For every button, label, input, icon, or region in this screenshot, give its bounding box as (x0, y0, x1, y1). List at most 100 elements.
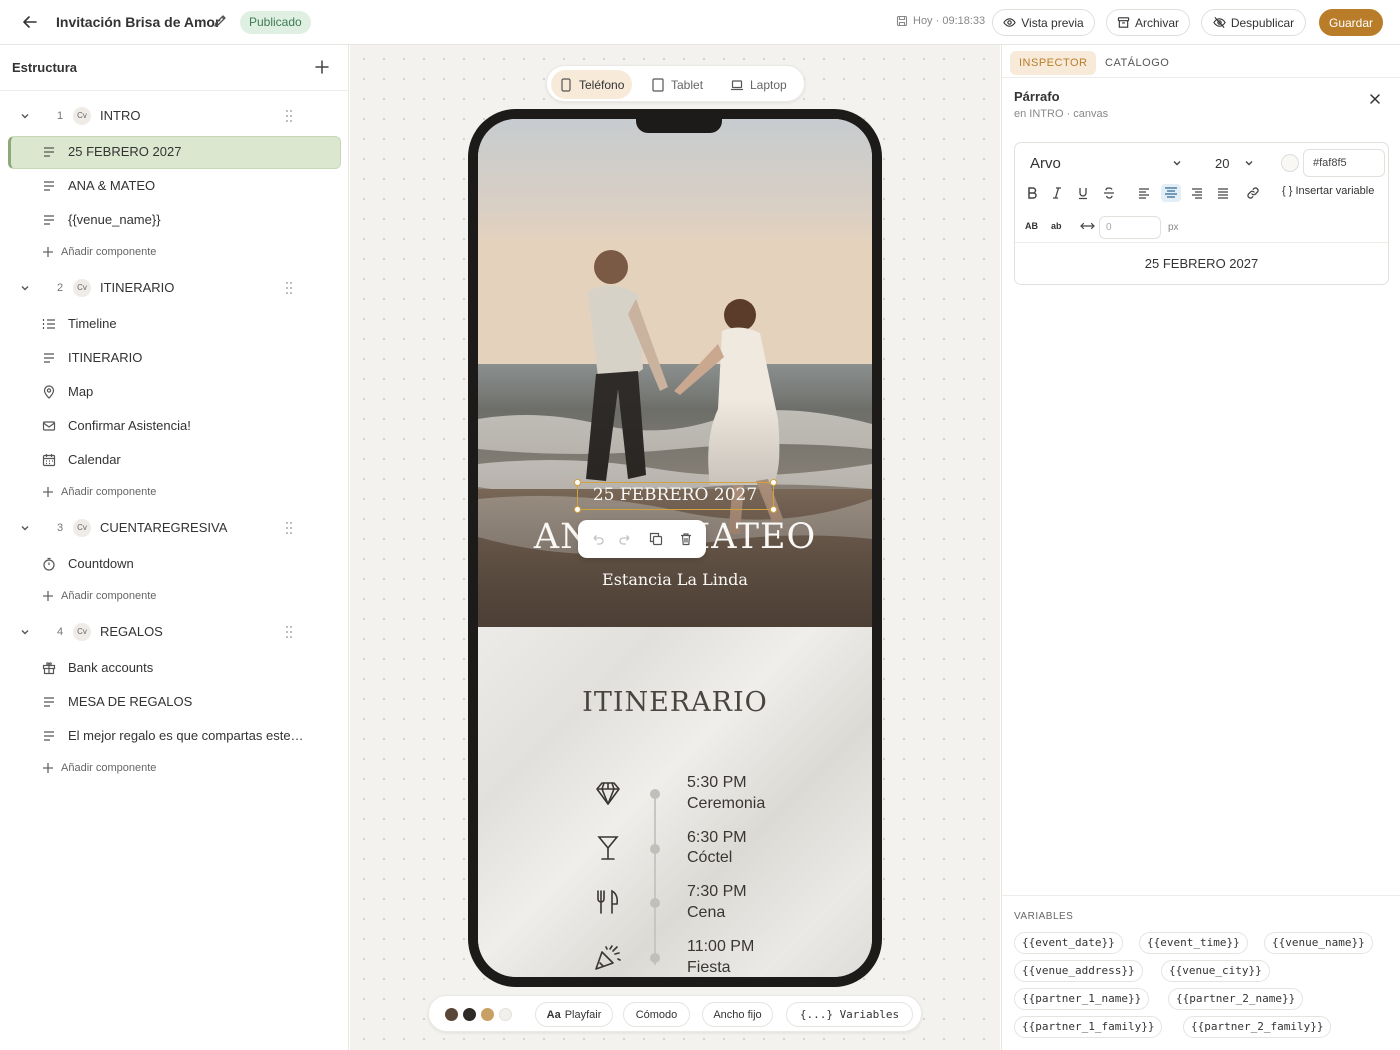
align-right-icon[interactable] (1190, 186, 1204, 200)
section-label: CUENTAREGRESIVA (100, 520, 228, 535)
back-arrow-icon[interactable] (20, 12, 40, 32)
text-color-input[interactable]: #faf8f5 (1303, 149, 1385, 177)
variable-chip[interactable]: {{event_date}} (1014, 932, 1123, 954)
tree-item-venue[interactable]: {{venue_name}} (0, 204, 349, 236)
color-swatch[interactable] (481, 1008, 494, 1021)
strikethrough-icon[interactable] (1102, 186, 1116, 200)
font-picker-button[interactable]: Aa Playfair (535, 1002, 613, 1027)
link-icon[interactable] (1246, 186, 1260, 200)
close-icon[interactable] (1368, 92, 1382, 106)
add-component-button[interactable]: Añadir componente (0, 236, 349, 268)
saved-label: Hoy · 09:18:33 (913, 15, 986, 27)
drag-handle-icon[interactable] (284, 109, 294, 123)
editor-canvas[interactable]: Teléfono Tablet Laptop ANA MATEO 25 FEBR… (350, 45, 1000, 1050)
tree-item-rsvp[interactable]: Confirmar Asistencia! (0, 410, 349, 442)
resize-handle[interactable] (770, 506, 777, 513)
variables-button[interactable]: {...} Variables (786, 1002, 913, 1027)
archive-button[interactable]: Archivar (1106, 9, 1190, 36)
device-laptop-button[interactable]: Laptop (722, 70, 795, 99)
insert-variable-button[interactable]: { } Insertar variable (1282, 185, 1374, 197)
undo-icon[interactable] (590, 532, 604, 546)
tree-item-bank-accounts[interactable]: Bank accounts (0, 652, 349, 684)
section-row-countdown[interactable]: 3 Cv CUENTAREGRESIVA (0, 512, 349, 544)
bold-icon[interactable] (1025, 186, 1039, 200)
device-tablet-button[interactable]: Tablet (643, 70, 711, 99)
chevron-down-icon[interactable] (1171, 157, 1183, 169)
variable-chip[interactable]: {{venue_name}} (1264, 932, 1373, 954)
color-swatch[interactable] (445, 1008, 458, 1021)
unpublish-button[interactable]: Despublicar (1201, 9, 1306, 36)
plus-icon[interactable] (314, 59, 330, 75)
phone-icon (559, 77, 573, 92)
variable-chip[interactable]: {{partner_2_name}} (1168, 988, 1304, 1010)
variable-chip[interactable]: {{event_time}} (1139, 932, 1248, 954)
hero-venue[interactable]: Estancia La Linda (478, 570, 872, 589)
pencil-icon[interactable] (212, 13, 228, 29)
chevron-down-icon[interactable] (19, 282, 31, 294)
tree-item-timeline[interactable]: Timeline (0, 308, 349, 340)
tab-catalog[interactable]: CATÁLOGO (1096, 51, 1178, 75)
resize-handle[interactable] (574, 506, 581, 513)
eye-off-icon (1213, 16, 1226, 29)
drag-handle-icon[interactable] (284, 281, 294, 295)
italic-icon[interactable] (1050, 186, 1064, 200)
tree-item-gift-message[interactable]: El mejor regalo es que compartas este… (0, 720, 349, 752)
tree-item-names[interactable]: ANA & MATEO (0, 170, 349, 202)
section-row-intro[interactable]: 1 Cv INTRO (0, 100, 349, 132)
selection-box[interactable] (574, 479, 777, 513)
font-select[interactable]: Arvo (1030, 155, 1061, 172)
preview-label: Vista previa (1021, 15, 1084, 30)
color-swatch[interactable] (463, 1008, 476, 1021)
tree-item-date[interactable]: 25 FEBRERO 2027 (0, 136, 349, 169)
drag-handle-icon[interactable] (284, 521, 294, 535)
tree-item-map[interactable]: Map (0, 376, 349, 408)
uppercase-button[interactable]: AB (1025, 221, 1038, 231)
resize-handle[interactable] (574, 479, 581, 486)
add-component-button[interactable]: Añadir componente (0, 752, 349, 784)
chevron-down-icon[interactable] (19, 110, 31, 122)
variable-chip[interactable]: {{partner_1_family}} (1014, 1016, 1163, 1038)
tree-item-itinerario[interactable]: ITINERARIO (0, 342, 349, 374)
underline-icon[interactable] (1076, 186, 1090, 200)
color-swatch[interactable] (499, 1008, 512, 1021)
itinerary-title[interactable]: ITINERARIO (478, 687, 872, 718)
chevron-down-icon[interactable] (19, 522, 31, 534)
section-row-itinerario[interactable]: 2 Cv ITINERARIO (0, 272, 349, 304)
font-size-select[interactable]: 20 (1215, 156, 1229, 171)
device-phone-button[interactable]: Teléfono (551, 70, 633, 99)
itinerary-section[interactable]: ITINERARIO 5:30 PM Ceremonia 6:30 PM Cóc… (478, 627, 872, 977)
text-color-swatch[interactable] (1281, 154, 1299, 172)
trash-icon[interactable] (679, 532, 693, 546)
drag-handle-icon[interactable] (284, 625, 294, 639)
section-row-regalos[interactable]: 4 Cv REGALOS (0, 616, 349, 648)
add-component-button[interactable]: Añadir componente (0, 476, 349, 508)
chevron-down-icon[interactable] (1243, 157, 1255, 169)
divider (1002, 895, 1400, 896)
width-mode-button[interactable]: Ancho fijo (702, 1002, 773, 1027)
tab-inspector[interactable]: INSPECTOR (1010, 51, 1097, 75)
align-justify-icon[interactable] (1216, 186, 1230, 200)
variable-chip[interactable]: {{partner_2_family}} (1183, 1016, 1332, 1038)
tree-item-countdown[interactable]: Countdown (0, 548, 349, 580)
align-center-icon[interactable] (1161, 184, 1181, 202)
tree-item-mesa-regalos[interactable]: MESA DE REGALOS (0, 686, 349, 718)
density-button[interactable]: Cómodo (623, 1002, 690, 1027)
add-component-button[interactable]: Añadir componente (0, 580, 349, 612)
variable-chip[interactable]: {{partner_1_name}} (1014, 988, 1150, 1010)
duplicate-icon[interactable] (649, 532, 663, 546)
tree-item-label: Bank accounts (68, 660, 154, 675)
resize-handle[interactable] (770, 479, 777, 486)
align-left-icon[interactable] (1137, 186, 1151, 200)
variable-chip[interactable]: {{venue_city}} (1161, 960, 1270, 982)
intro-section[interactable]: ANA & MATEO 25 FEBRERO 2027 Estancia La … (478, 119, 872, 627)
tree-item-calendar[interactable]: Calendar (0, 444, 349, 476)
lowercase-button[interactable]: ab (1051, 221, 1062, 231)
variable-chip[interactable]: {{venue_address}} (1014, 960, 1143, 982)
chevron-down-icon[interactable] (19, 626, 31, 638)
tablet-icon (651, 77, 665, 92)
preview-button[interactable]: Vista previa (992, 9, 1095, 36)
save-button[interactable]: Guardar (1319, 9, 1383, 36)
redo-icon[interactable] (619, 532, 633, 546)
letter-spacing-input[interactable]: 0 (1099, 216, 1161, 239)
text-content-preview[interactable]: 25 FEBRERO 2027 (1015, 256, 1388, 271)
